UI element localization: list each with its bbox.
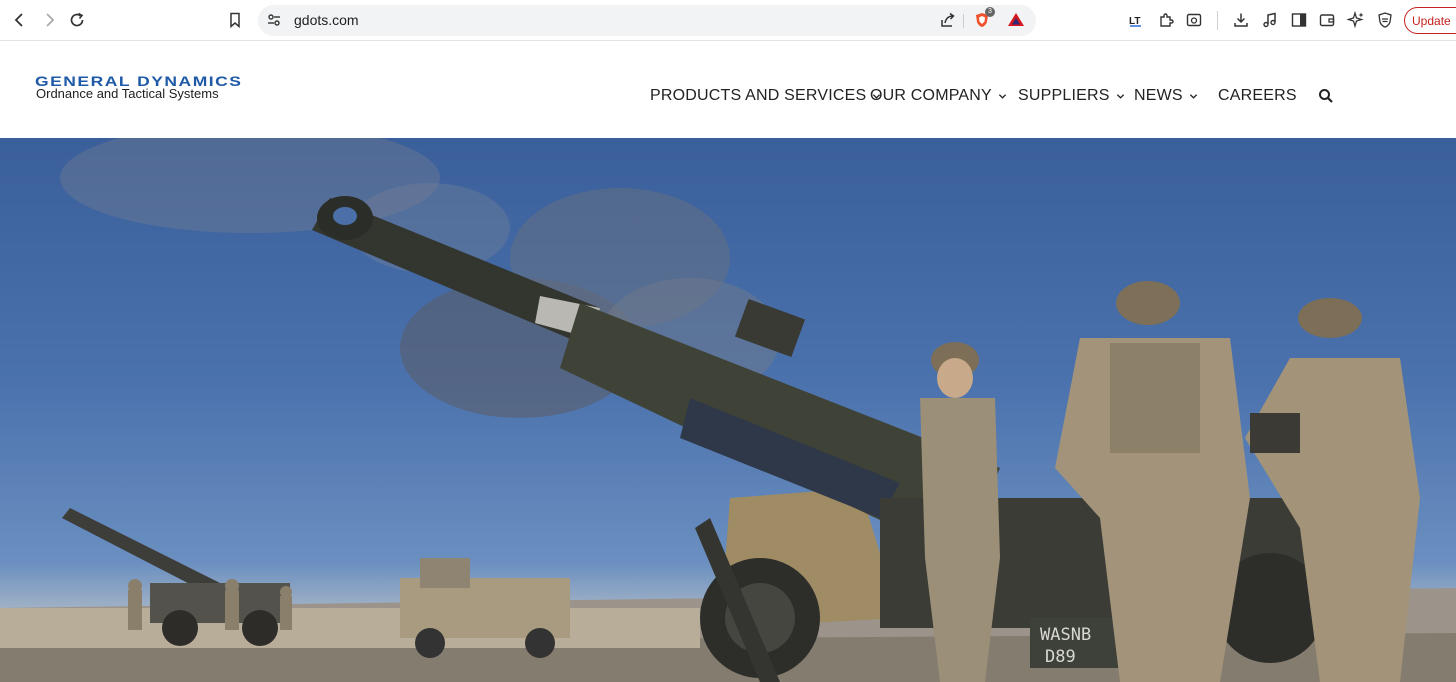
chevron-down-icon (1116, 93, 1124, 99)
nav-item-label: PRODUCTS AND SERVICES (650, 87, 867, 104)
nav-item-suppliers[interactable]: SUPPLIERS (1018, 84, 1125, 108)
site-settings-icon[interactable] (262, 8, 286, 32)
wallet-icon[interactable] (1315, 8, 1339, 32)
extension-lt-icon[interactable]: LT (1124, 8, 1148, 32)
leo-ai-icon[interactable] (1344, 8, 1368, 32)
vehicle-marking-2: D89 (1045, 647, 1076, 667)
downloads-icon[interactable] (1229, 8, 1253, 32)
update-label: Update (1412, 14, 1451, 28)
nav-item-label: SUPPLIERS (1018, 87, 1110, 104)
hero-artillery-illustration: WASNB D89 (0, 138, 1456, 682)
chevron-down-icon (1189, 93, 1197, 99)
search-icon[interactable] (1318, 84, 1334, 108)
nav-item-label: NEWS (1134, 87, 1183, 104)
brave-rewards-icon[interactable] (1004, 8, 1028, 32)
logo-sub-text: Ordnance and Tactical Systems (36, 86, 219, 101)
chevron-down-icon (998, 93, 1007, 99)
omnibox-divider (963, 14, 964, 28)
extensions-icon[interactable] (1154, 8, 1178, 32)
shields-count-badge: 3 (985, 7, 995, 17)
site-header: GENERAL DYNAMICS Ordnance and Tactical S… (0, 42, 1456, 138)
brave-shields-icon[interactable]: 3 (970, 7, 995, 32)
media-icon[interactable] (1258, 8, 1282, 32)
share-icon[interactable] (936, 8, 960, 32)
back-icon[interactable] (8, 8, 32, 32)
nav-item-label: OUR COMPANY (870, 87, 992, 104)
nav-item-careers[interactable]: CAREERS (1218, 84, 1297, 108)
vpn-icon[interactable] (1373, 8, 1397, 32)
nav-item-label: CAREERS (1218, 87, 1297, 104)
update-button[interactable]: Update⋮ (1404, 7, 1456, 34)
vehicle-marking-1: WASNB (1040, 625, 1091, 645)
sidebar-icon[interactable] (1287, 8, 1311, 32)
address-bar[interactable]: gdots.com 3 (258, 5, 1036, 36)
hero-image: WASNB D89 (0, 138, 1456, 682)
reload-icon[interactable] (65, 8, 89, 32)
browser-toolbar: gdots.com 3 LT Update⋮ (0, 0, 1456, 41)
nav-item-our-company[interactable]: OUR COMPANY (870, 84, 1007, 108)
nav-item-news[interactable]: NEWS (1134, 84, 1198, 108)
url-text: gdots.com (294, 12, 359, 28)
nav-item-products-and-services[interactable]: PRODUCTS AND SERVICES (650, 84, 881, 108)
toolbar-separator (1217, 11, 1218, 30)
forward-icon[interactable] (37, 8, 61, 32)
bookmark-icon[interactable] (223, 8, 247, 32)
screenshot-icon[interactable] (1182, 8, 1206, 32)
